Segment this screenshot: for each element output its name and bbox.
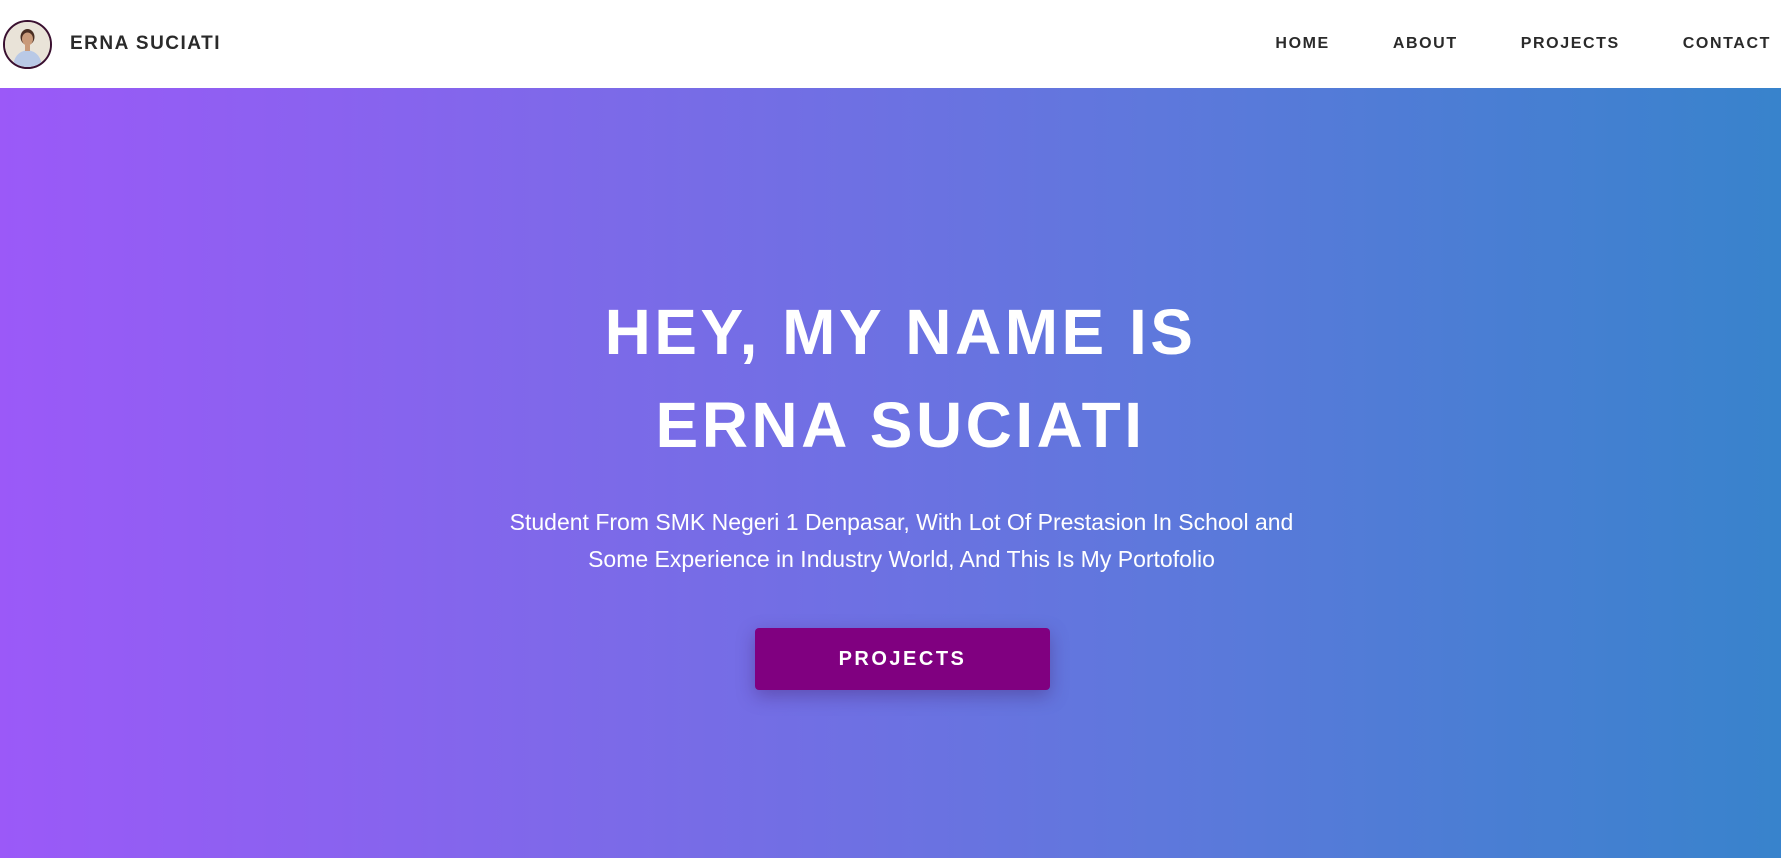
avatar <box>3 19 52 69</box>
hero-section: HEY, MY NAME IS ERNA SUCIATI Student Fro… <box>0 88 1781 858</box>
brand[interactable]: ERNA SUCIATI <box>3 19 221 69</box>
projects-button[interactable]: PROJECTS <box>755 628 1050 690</box>
nav-contact[interactable]: CONTACT <box>1683 35 1771 53</box>
site-header: ERNA SUCIATI HOME ABOUT PROJECTS CONTACT <box>0 0 1781 88</box>
nav-about[interactable]: ABOUT <box>1393 35 1458 53</box>
hero-description: Student From SMK Negeri 1 Denpasar, With… <box>0 504 1781 578</box>
brand-name[interactable]: ERNA SUCIATI <box>70 33 221 55</box>
hero-title: HEY, MY NAME IS ERNA SUCIATI <box>0 286 1781 472</box>
hero-description-line-2: Some Experience in Industry World, And T… <box>588 546 1215 572</box>
nav-home[interactable]: HOME <box>1275 35 1329 53</box>
nav-projects[interactable]: PROJECTS <box>1521 35 1620 53</box>
hero-title-line-1: HEY, MY NAME IS <box>604 296 1197 368</box>
hero-title-line-2: ERNA SUCIATI <box>655 389 1146 461</box>
hero-description-line-1: Student From SMK Negeri 1 Denpasar, With… <box>509 509 1294 535</box>
main-nav: HOME ABOUT PROJECTS CONTACT <box>1212 0 1771 88</box>
